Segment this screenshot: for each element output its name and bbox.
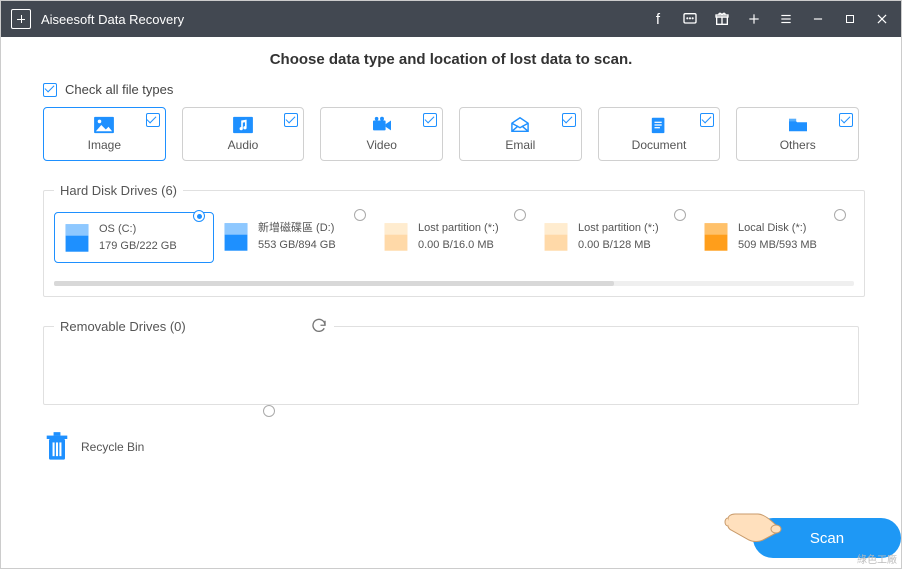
video-icon	[371, 116, 393, 134]
disk-icon	[222, 221, 250, 253]
recycle-row[interactable]: Recycle Bin	[43, 431, 859, 463]
check-all-row[interactable]: Check all file types	[43, 82, 859, 97]
drive-radio[interactable]	[514, 209, 526, 221]
type-image-label: Image	[88, 138, 121, 152]
type-others[interactable]: Others	[736, 107, 859, 161]
disk-icon	[702, 221, 730, 253]
menu-icon[interactable]	[777, 10, 795, 28]
page-heading: Choose data type and location of lost da…	[43, 51, 859, 68]
disk-icon	[382, 221, 410, 253]
minimize-icon[interactable]	[809, 10, 827, 28]
type-video[interactable]: Video	[320, 107, 443, 161]
drive-radio[interactable]	[193, 210, 205, 222]
app-title: Aiseesoft Data Recovery	[41, 12, 649, 27]
app-window: Aiseesoft Data Recovery f	[0, 0, 902, 569]
gift-icon[interactable]	[713, 10, 731, 28]
hdd-legend: Hard Disk Drives (6)	[54, 183, 183, 198]
disk-icon	[63, 222, 91, 254]
drive-radio[interactable]	[354, 209, 366, 221]
drive-item[interactable]: Lost partition (*:)0.00 B/128 MB	[534, 212, 694, 261]
main-content: Choose data type and location of lost da…	[1, 37, 901, 568]
refresh-icon[interactable]	[310, 317, 328, 335]
type-email[interactable]: Email	[459, 107, 582, 161]
type-audio[interactable]: Audio	[182, 107, 305, 161]
drive-radio[interactable]	[674, 209, 686, 221]
disk-icon	[542, 221, 570, 253]
drive-text: Lost partition (*:)0.00 B/128 MB	[578, 220, 659, 253]
email-icon	[509, 116, 531, 134]
facebook-icon[interactable]: f	[649, 10, 667, 28]
audio-icon	[232, 116, 254, 134]
type-video-label: Video	[366, 138, 396, 152]
trash-icon	[43, 431, 71, 463]
type-image-checkbox[interactable]	[146, 113, 160, 127]
removable-section: Removable Drives (0)	[43, 317, 859, 405]
removable-legend-text: Removable Drives (0)	[60, 319, 186, 334]
removable-legend: Removable Drives (0)	[54, 317, 334, 335]
hdd-section: Hard Disk Drives (6) OS (C:)179 GB/222 G…	[43, 183, 865, 297]
type-video-checkbox[interactable]	[423, 113, 437, 127]
drive-item[interactable]: Lost partition (*:)0.00 B/16.0 MB	[374, 212, 534, 261]
type-audio-checkbox[interactable]	[284, 113, 298, 127]
drive-text: 新增磁碟區 (D:)553 GB/894 GB	[258, 220, 336, 253]
close-icon[interactable]	[873, 10, 891, 28]
type-others-checkbox[interactable]	[839, 113, 853, 127]
hdd-scrollbar[interactable]	[54, 281, 854, 286]
file-type-row: Image Audio Video Email Document	[43, 107, 859, 161]
drive-item[interactable]: Local Disk (*:)509 MB/593 MB	[694, 212, 854, 261]
image-icon	[93, 116, 115, 134]
recycle-radio[interactable]	[263, 405, 275, 417]
type-email-checkbox[interactable]	[562, 113, 576, 127]
drives-row: OS (C:)179 GB/222 GB 新增磁碟區 (D:)553 GB/894…	[54, 212, 854, 263]
folder-icon	[787, 116, 809, 134]
add-icon[interactable]	[745, 10, 763, 28]
maximize-icon[interactable]	[841, 10, 859, 28]
titlebar: Aiseesoft Data Recovery f	[1, 1, 901, 37]
drive-text: Local Disk (*:)509 MB/593 MB	[738, 220, 817, 253]
drive-radio[interactable]	[834, 209, 846, 221]
check-all-checkbox[interactable]	[43, 83, 57, 97]
type-email-label: Email	[505, 138, 535, 152]
document-icon	[648, 116, 670, 134]
drive-text: OS (C:)179 GB/222 GB	[99, 221, 177, 254]
app-logo-icon	[11, 9, 31, 29]
watermark-text: 綠色工廠	[857, 551, 897, 566]
titlebar-actions: f	[649, 10, 891, 28]
drive-text: Lost partition (*:)0.00 B/16.0 MB	[418, 220, 499, 253]
type-document-checkbox[interactable]	[700, 113, 714, 127]
type-audio-label: Audio	[228, 138, 259, 152]
drive-item[interactable]: 新增磁碟區 (D:)553 GB/894 GB	[214, 212, 374, 261]
type-image[interactable]: Image	[43, 107, 166, 161]
type-others-label: Others	[780, 138, 816, 152]
recycle-label: Recycle Bin	[81, 440, 144, 454]
drive-item[interactable]: OS (C:)179 GB/222 GB	[54, 212, 214, 263]
type-document-label: Document	[632, 138, 687, 152]
check-all-label: Check all file types	[65, 82, 173, 97]
feedback-icon[interactable]	[681, 10, 699, 28]
type-document[interactable]: Document	[598, 107, 721, 161]
